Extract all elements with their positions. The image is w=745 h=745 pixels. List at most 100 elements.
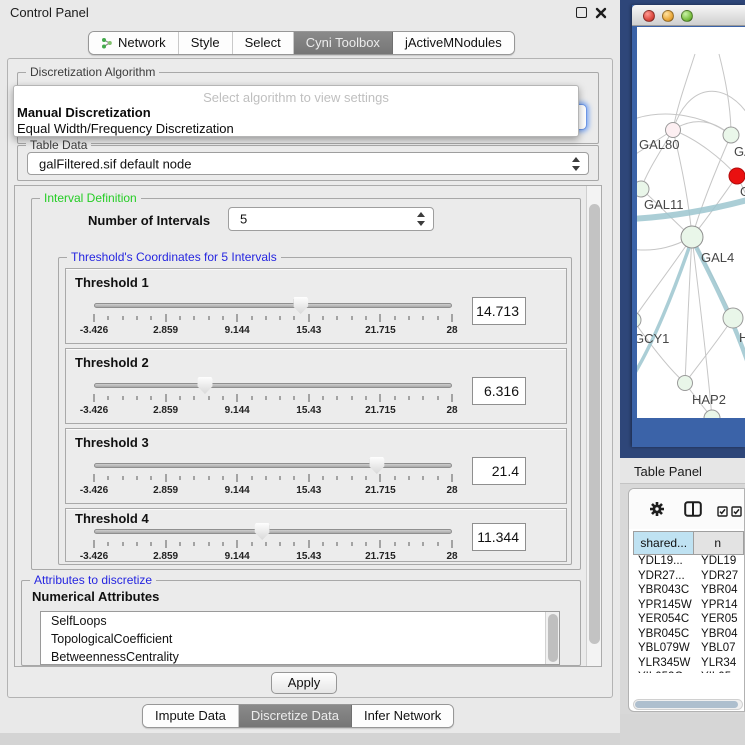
close-traffic-light[interactable] <box>643 10 655 22</box>
dropdown-option[interactable]: Manual Discretization <box>17 105 151 120</box>
slider-track[interactable] <box>94 529 452 534</box>
network-node[interactable] <box>637 312 641 328</box>
network-node[interactable] <box>729 168 745 184</box>
slider-thumb[interactable] <box>293 297 308 314</box>
network-node[interactable] <box>723 127 739 143</box>
tab-label: Cyni Toolbox <box>306 35 380 50</box>
tab-select[interactable]: Select <box>233 32 294 54</box>
tick-label: 9.144 <box>225 485 250 496</box>
apply-button[interactable]: Apply <box>271 672 337 694</box>
slider-thumb[interactable] <box>369 457 384 474</box>
float-window-icon[interactable] <box>576 7 587 18</box>
tab-discretize-data[interactable]: Discretize Data <box>239 705 352 727</box>
checkbox-icon[interactable] <box>731 504 742 522</box>
table-row[interactable]: YBR043CYBR04 <box>633 584 744 599</box>
tab-network[interactable]: Network <box>89 32 179 54</box>
tab-label: jActiveMNodules <box>405 35 502 50</box>
column-header[interactable]: shared... <box>634 532 694 554</box>
slider-thumb[interactable] <box>255 523 270 540</box>
threshold-value-field[interactable]: 11.344 <box>472 523 526 551</box>
network-node[interactable] <box>666 123 681 138</box>
slider-track[interactable] <box>94 303 452 308</box>
tick-label: 15.43 <box>296 405 321 416</box>
dropdown-option[interactable]: Equal Width/Frequency Discretization <box>17 121 234 136</box>
table-cell: YIL05 <box>697 671 744 673</box>
checkbox-icon[interactable] <box>717 504 728 522</box>
threshold-panel: Threshold 3-3.4262.8599.14415.4321.71528… <box>65 428 567 504</box>
close-icon[interactable] <box>595 6 607 18</box>
network-node-label: GAL11 <box>644 197 684 212</box>
threshold-panel: Threshold 2-3.4262.8599.14415.4321.71528… <box>65 348 567 424</box>
tab-infer-network[interactable]: Infer Network <box>352 705 453 727</box>
table-row[interactable]: YBL079WYBL07 <box>633 642 744 657</box>
interval-definition-title: Interval Definition <box>40 191 141 205</box>
threshold-value-field[interactable]: 21.4 <box>472 457 526 485</box>
tick-label: 28 <box>446 325 457 336</box>
threshold-value-field[interactable]: 6.316 <box>472 377 526 405</box>
threshold-slider[interactable]: -3.4262.8599.14415.4321.71528 <box>94 463 452 499</box>
threshold-panel: Threshold 1 -3.4262.8599.14415.4321.71528… <box>65 268 567 344</box>
attribute-list-item[interactable]: SelfLoops <box>41 612 559 630</box>
network-canvas[interactable]: GAL80GAGGAL11GAL4GCY1HHAP2 <box>637 27 745 418</box>
attributes-list-scrollbar[interactable] <box>545 612 559 664</box>
numerical-attributes-list[interactable]: SelfLoopsTopologicalCoefficientBetweenne… <box>40 611 560 665</box>
tick-label: 15.43 <box>296 325 321 336</box>
slider-tick-labels: -3.4262.8599.14415.4321.71528 <box>94 325 452 337</box>
threshold-value-field[interactable]: 14.713 <box>472 297 526 325</box>
table-row[interactable]: YLR345WYLR34 <box>633 657 744 672</box>
zoom-traffic-light[interactable] <box>681 10 693 22</box>
slider-thumb[interactable] <box>197 377 212 394</box>
number-of-intervals-value: 5 <box>240 212 247 227</box>
table-row[interactable]: YER054CYER05 <box>633 613 744 628</box>
table-panel-titlebar: Table Panel <box>620 458 745 484</box>
tick-label: 15.43 <box>296 485 321 496</box>
slider-ticks <box>94 394 452 403</box>
tab-cyni-toolbox[interactable]: Cyni Toolbox <box>294 32 393 54</box>
threshold-slider[interactable]: -3.4262.8599.14415.4321.71528 <box>94 529 452 565</box>
slider-track[interactable] <box>94 463 452 468</box>
table-panel-area: shared... n YDL19...YDL19YDR27...YDR27YB… <box>620 484 745 714</box>
attribute-list-item[interactable]: TopologicalCoefficient <box>41 630 559 648</box>
network-node[interactable] <box>637 181 649 197</box>
tab-jactivemnodules[interactable]: jActiveMNodules <box>393 32 514 54</box>
tick-label: -3.426 <box>80 405 108 416</box>
table-cell: YBL079W <box>633 642 697 657</box>
table-row[interactable]: YPR145WYPR14 <box>633 599 744 614</box>
number-of-intervals-combobox[interactable]: 5 <box>228 207 434 231</box>
threshold-slider[interactable]: -3.4262.8599.14415.4321.71528 <box>94 383 452 419</box>
network-node[interactable] <box>678 376 693 391</box>
slider-track[interactable] <box>94 383 452 388</box>
network-edge <box>685 318 733 383</box>
cyni-toolbox-panel: Discretization Algorithm Select algorith… <box>7 58 613 698</box>
tab-style[interactable]: Style <box>179 32 233 54</box>
table-row[interactable]: YBR045CYBR04 <box>633 628 744 643</box>
attribute-list-item[interactable]: BetweennessCentrality <box>41 648 559 665</box>
network-window-titlebar[interactable] <box>632 5 745 26</box>
network-node[interactable] <box>681 226 703 248</box>
table-cell: YPR14 <box>697 599 744 614</box>
tick-label: 21.715 <box>365 551 396 562</box>
network-node-label: GCY1 <box>637 331 669 346</box>
table-data-combobox[interactable]: galFiltered.sif default node <box>27 152 589 175</box>
threshold-label: Threshold 1 <box>75 275 149 290</box>
table-cell: YDR27... <box>633 570 697 585</box>
table-row[interactable]: YDR27...YDR27 <box>633 570 744 585</box>
tick-label: 21.715 <box>365 485 396 496</box>
network-node[interactable] <box>723 308 743 328</box>
threshold-slider[interactable]: -3.4262.8599.14415.4321.71528 <box>94 303 452 339</box>
column-header[interactable]: n <box>694 532 744 554</box>
table-row[interactable]: YDL19...YDL19 <box>633 555 744 570</box>
panel-title: Control Panel <box>10 5 89 20</box>
tab-label: Network <box>118 35 166 50</box>
table-cell: YBR045C <box>633 628 697 643</box>
network-node-label: GA <box>734 144 745 159</box>
tab-impute-data[interactable]: Impute Data <box>143 705 239 727</box>
minimize-traffic-light[interactable] <box>662 10 674 22</box>
split-columns-icon[interactable] <box>684 501 702 522</box>
table-horizontal-scrollbar[interactable] <box>633 699 743 710</box>
main-vertical-scrollbar[interactable] <box>586 186 601 666</box>
tick-label: -3.426 <box>80 325 108 336</box>
gear-icon[interactable] <box>649 501 665 522</box>
tab-label: Infer Network <box>364 708 441 723</box>
table-row[interactable]: YIL052CYIL05 <box>633 671 744 673</box>
